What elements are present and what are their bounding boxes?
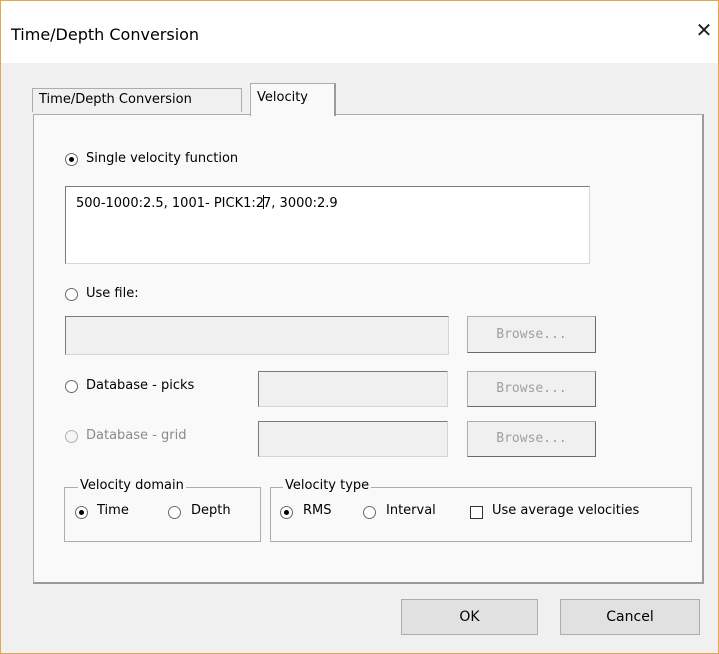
domain-time-radio[interactable]: [75, 506, 88, 519]
type-interval-label[interactable]: Interval: [386, 503, 436, 518]
use-file-browse-button[interactable]: Browse...: [467, 316, 596, 353]
title-bar: Time/Depth Conversion ✕: [1, 1, 718, 63]
database-picks-browse-button[interactable]: Browse...: [467, 371, 596, 407]
use-file-label[interactable]: Use file:: [86, 286, 139, 301]
tab-time-depth-conversion[interactable]: Time/Depth Conversion: [32, 88, 242, 112]
use-average-velocities-label[interactable]: Use average velocities: [492, 503, 639, 518]
database-grid-browse-button[interactable]: Browse...: [467, 421, 596, 457]
type-rms-label[interactable]: RMS: [303, 503, 332, 518]
ok-button[interactable]: OK: [401, 599, 538, 635]
type-rms-radio[interactable]: [280, 506, 293, 519]
single-velocity-function-radio[interactable]: [65, 153, 78, 166]
type-interval-radio[interactable]: [363, 506, 376, 519]
use-file-input[interactable]: [65, 316, 449, 355]
window-title: Time/Depth Conversion: [11, 25, 200, 44]
single-velocity-function-label[interactable]: Single velocity function: [86, 151, 238, 166]
close-icon[interactable]: ✕: [693, 19, 715, 41]
cancel-button[interactable]: Cancel: [560, 599, 700, 635]
use-average-velocities-checkbox[interactable]: [470, 506, 483, 519]
database-grid-radio[interactable]: [65, 430, 78, 443]
tab-velocity[interactable]: Velocity: [250, 83, 336, 116]
velocity-function-textarea[interactable]: 500-1000:2.5, 1001- PICK1:27, 3000:2.9: [65, 186, 590, 264]
velocity-domain-group: [64, 487, 261, 542]
velocity-domain-legend: Velocity domain: [78, 478, 186, 493]
domain-depth-radio[interactable]: [168, 506, 181, 519]
database-picks-label[interactable]: Database - picks: [86, 378, 194, 393]
database-picks-radio[interactable]: [65, 380, 78, 393]
database-grid-label[interactable]: Database - grid: [86, 428, 186, 443]
domain-time-label[interactable]: Time: [97, 503, 129, 518]
velocity-type-legend: Velocity type: [283, 478, 372, 493]
domain-depth-label[interactable]: Depth: [191, 503, 231, 518]
use-file-radio[interactable]: [65, 288, 78, 301]
database-picks-input[interactable]: [258, 371, 448, 407]
database-grid-input[interactable]: [258, 421, 448, 457]
velocity-function-text-part2: 7, 3000:2.9: [263, 196, 338, 211]
velocity-function-text-part1: 500-1000:2.5, 1001- PICK1:2: [76, 196, 265, 211]
